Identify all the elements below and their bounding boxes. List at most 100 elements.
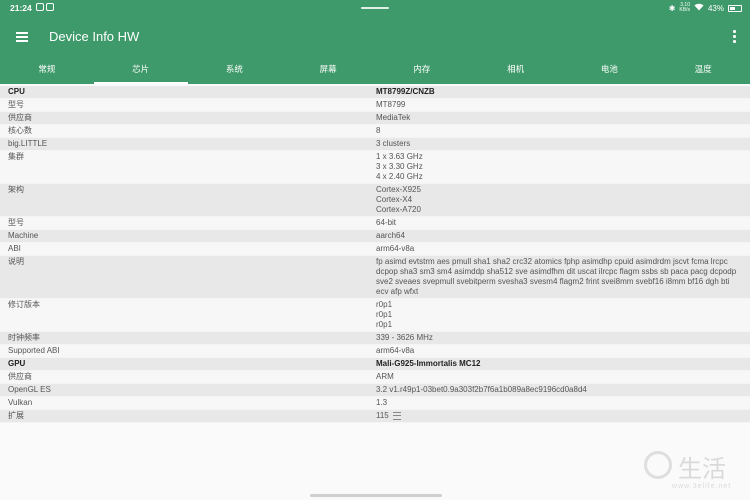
- row-value: ARM: [376, 372, 742, 382]
- info-row[interactable]: big.LITTLE 3 clusters: [0, 138, 750, 151]
- status-bar-handle: [361, 7, 389, 9]
- row-label: 供应商: [8, 113, 32, 122]
- row-label: 架构: [8, 185, 24, 194]
- row-label: 修订版本: [8, 300, 40, 309]
- row-value-text: arm64-v8a: [376, 346, 415, 355]
- row-value: MT8799Z/CNZB: [376, 87, 742, 97]
- watermark: 生活 www.3elife.net: [644, 449, 744, 494]
- notification-icon: [46, 3, 54, 11]
- info-row[interactable]: 型号 64-bit: [0, 217, 750, 230]
- info-row[interactable]: ABI arm64-v8a: [0, 243, 750, 256]
- row-label: 型号: [8, 100, 24, 109]
- row-value: arm64-v8a: [376, 244, 742, 254]
- tab-1[interactable]: 芯片: [93, 57, 188, 84]
- row-label: 核心数: [8, 126, 32, 135]
- status-right: ✱ 3.10 KB/s 43%: [669, 3, 742, 13]
- info-row[interactable]: 供应商 MediaTek: [0, 112, 750, 125]
- row-value-text: MT8799: [376, 100, 406, 109]
- info-row[interactable]: 时钟频率 339 - 3626 MHz: [0, 332, 750, 345]
- tab-2[interactable]: 系统: [188, 57, 282, 84]
- app-bar: Device Info HW: [0, 17, 750, 57]
- row-value: 339 - 3626 MHz: [376, 333, 742, 343]
- list-icon[interactable]: [392, 411, 401, 420]
- info-row[interactable]: GPU Mali-G925-Immortalis MC12: [0, 358, 750, 371]
- row-label: 供应商: [8, 372, 32, 381]
- net-speed: 3.10 KB/s: [679, 2, 690, 13]
- row-value-text: fp asimd evtstrm aes pmull sha1 sha2 crc…: [376, 257, 739, 296]
- row-value-text: 8: [376, 126, 381, 135]
- row-value-text: 339 - 3626 MHz: [376, 333, 433, 342]
- row-value: 3.2 v1.r49p1-03bet0.9a303f2b7f6a1b089a8e…: [376, 385, 742, 395]
- row-value: r0p1 r0p1 r0p1: [376, 300, 742, 330]
- row-value-text: 3 clusters: [376, 139, 411, 148]
- row-value-text: Mali-G925-Immortalis MC12: [376, 359, 481, 368]
- row-value-text: 1.3: [376, 398, 388, 407]
- bluetooth-icon: ✱: [668, 3, 676, 13]
- info-row[interactable]: 架构 Cortex-X925 Cortex-X4 Cortex-A720: [0, 184, 750, 217]
- row-label: Vulkan: [8, 398, 33, 407]
- info-row[interactable]: 集群 1 x 3.63 GHz 3 x 3.30 GHz 4 x 2.40 GHz: [0, 151, 750, 184]
- row-value: MediaTek: [376, 113, 742, 123]
- row-value: Mali-G925-Immortalis MC12: [376, 359, 742, 369]
- row-label: 说明: [8, 257, 24, 266]
- info-row[interactable]: 供应商 ARM: [0, 371, 750, 384]
- tab-5[interactable]: 相机: [469, 57, 563, 84]
- row-value-text: aarch64: [376, 231, 405, 240]
- tab-0[interactable]: 常规: [0, 57, 94, 84]
- row-label: OpenGL ES: [8, 385, 51, 394]
- row-label: 集群: [8, 152, 24, 161]
- battery-icon: [728, 4, 742, 12]
- row-value-text: Cortex-X925 Cortex-X4 Cortex-A720: [376, 185, 421, 214]
- row-label: 时钟频率: [8, 333, 40, 342]
- row-label: CPU: [8, 87, 25, 96]
- row-value-text: ARM: [376, 372, 394, 381]
- row-value: MT8799: [376, 100, 742, 110]
- row-label: Supported ABI: [8, 346, 60, 355]
- row-value: Cortex-X925 Cortex-X4 Cortex-A720: [376, 185, 742, 215]
- info-row[interactable]: OpenGL ES 3.2 v1.r49p1-03bet0.9a303f2b7f6…: [0, 384, 750, 397]
- menu-icon[interactable]: [16, 32, 28, 42]
- row-value-text: r0p1 r0p1 r0p1: [376, 300, 393, 329]
- info-row[interactable]: Supported ABI arm64-v8a: [0, 345, 750, 358]
- watermark-logo: [644, 451, 672, 479]
- app-title: Device Info HW: [49, 29, 140, 44]
- info-row[interactable]: Vulkan 1.3: [0, 397, 750, 410]
- home-indicator[interactable]: [310, 494, 442, 497]
- tab-4[interactable]: 内存: [375, 57, 469, 84]
- more-options-icon[interactable]: [732, 30, 736, 44]
- row-value: 1 x 3.63 GHz 3 x 3.30 GHz 4 x 2.40 GHz: [376, 152, 742, 182]
- tab-7[interactable]: 温度: [656, 57, 750, 84]
- row-value: 64-bit: [376, 218, 742, 228]
- info-row[interactable]: 型号 MT8799: [0, 99, 750, 112]
- row-value-text: MediaTek: [376, 113, 411, 122]
- tab-6[interactable]: 电池: [563, 57, 657, 84]
- notification-icon: [36, 3, 44, 11]
- info-row[interactable]: CPU MT8799Z/CNZB: [0, 86, 750, 99]
- notification-icons: [36, 3, 54, 11]
- info-row[interactable]: Machine aarch64: [0, 230, 750, 243]
- row-value-text: 1 x 3.63 GHz 3 x 3.30 GHz 4 x 2.40 GHz: [376, 152, 423, 181]
- row-label: 扩展: [8, 411, 24, 420]
- row-label: big.LITTLE: [8, 139, 48, 148]
- status-bar: 21:24 ✱ 3.10 KB/s 43%: [0, 0, 750, 17]
- row-value-text: arm64-v8a: [376, 244, 415, 253]
- row-label: 型号: [8, 218, 24, 227]
- info-row[interactable]: 修订版本 r0p1 r0p1 r0p1: [0, 299, 750, 332]
- row-value: 115: [376, 411, 742, 421]
- tab-3[interactable]: 屏幕: [281, 57, 375, 84]
- info-row[interactable]: 说明 fp asimd evtstrm aes pmull sha1 sha2 c…: [0, 256, 750, 299]
- row-value-text: 64-bit: [376, 218, 397, 227]
- status-time: 21:24: [10, 3, 32, 13]
- chip-info-list: CPU MT8799Z/CNZB 型号 MT8799 供应商 MediaTek 核心数 8 bi…: [0, 86, 750, 423]
- wifi-icon: [694, 3, 704, 13]
- watermark-text: 生活: [678, 455, 726, 483]
- row-label: ABI: [8, 244, 21, 253]
- row-value: aarch64: [376, 231, 742, 241]
- tab-bar: 常规 芯片 系统 屏幕 内存 相机 电池 温度: [0, 57, 750, 84]
- info-row[interactable]: 核心数 8: [0, 125, 750, 138]
- row-value-text: MT8799Z/CNZB: [376, 87, 435, 96]
- battery-label: 43%: [707, 3, 724, 13]
- info-row[interactable]: 扩展 115: [0, 410, 750, 423]
- row-label: GPU: [8, 359, 26, 368]
- row-value: 3 clusters: [376, 139, 742, 149]
